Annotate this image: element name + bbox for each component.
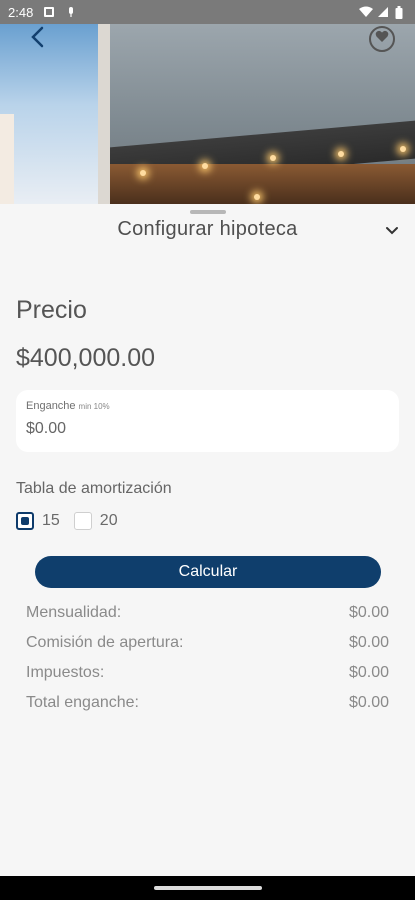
price-label: Precio	[16, 296, 87, 324]
clock: 2:48	[8, 4, 34, 20]
mic-icon	[65, 6, 77, 18]
option-label: 15	[42, 512, 60, 529]
drag-handle[interactable]	[190, 210, 226, 214]
chevron-left-icon	[30, 26, 44, 53]
back-button[interactable]	[24, 26, 50, 52]
favorite-button[interactable]	[369, 26, 395, 52]
system-nav-bar	[0, 876, 415, 900]
down-payment-input[interactable]	[26, 420, 389, 438]
amortization-options: 15 20	[16, 512, 124, 530]
amortization-label: Tabla de amortización	[16, 480, 172, 497]
summary-row: Total enganche: $0.00	[26, 694, 389, 711]
mortgage-sheet: Configurar hipoteca Precio $400,000.00 E…	[0, 204, 415, 876]
battery-icon	[395, 6, 407, 19]
amortization-option-20[interactable]: 20	[73, 512, 118, 530]
signal-icon	[377, 6, 389, 18]
home-gesture-bar[interactable]	[153, 886, 262, 890]
down-payment-field[interactable]: Enganche min 10%	[16, 390, 399, 452]
notification-icon	[43, 6, 55, 18]
sheet-title: Configurar hipoteca	[117, 218, 298, 240]
checkbox-unchecked[interactable]	[73, 512, 92, 530]
chevron-down-icon[interactable]	[385, 224, 399, 238]
status-bar: 2:48	[0, 0, 415, 24]
summary-row: Impuestos: $0.00	[26, 664, 389, 681]
down-payment-hint: min 10%	[78, 402, 110, 411]
summary-list: Mensualidad: $0.00 Comisión de apertura:…	[26, 604, 389, 724]
calculate-button[interactable]: Calcular	[35, 556, 381, 588]
amortization-option-15[interactable]: 15	[16, 512, 60, 530]
price-value: $400,000.00	[16, 344, 156, 372]
checkbox-checked[interactable]	[16, 512, 34, 530]
wifi-icon	[359, 6, 373, 18]
summary-row: Mensualidad: $0.00	[26, 604, 389, 621]
property-photo	[0, 24, 415, 204]
down-payment-label: Enganche min 10%	[26, 400, 110, 412]
heart-icon	[375, 30, 389, 48]
summary-row: Comisión de apertura: $0.00	[26, 634, 389, 651]
option-label: 20	[99, 512, 118, 529]
